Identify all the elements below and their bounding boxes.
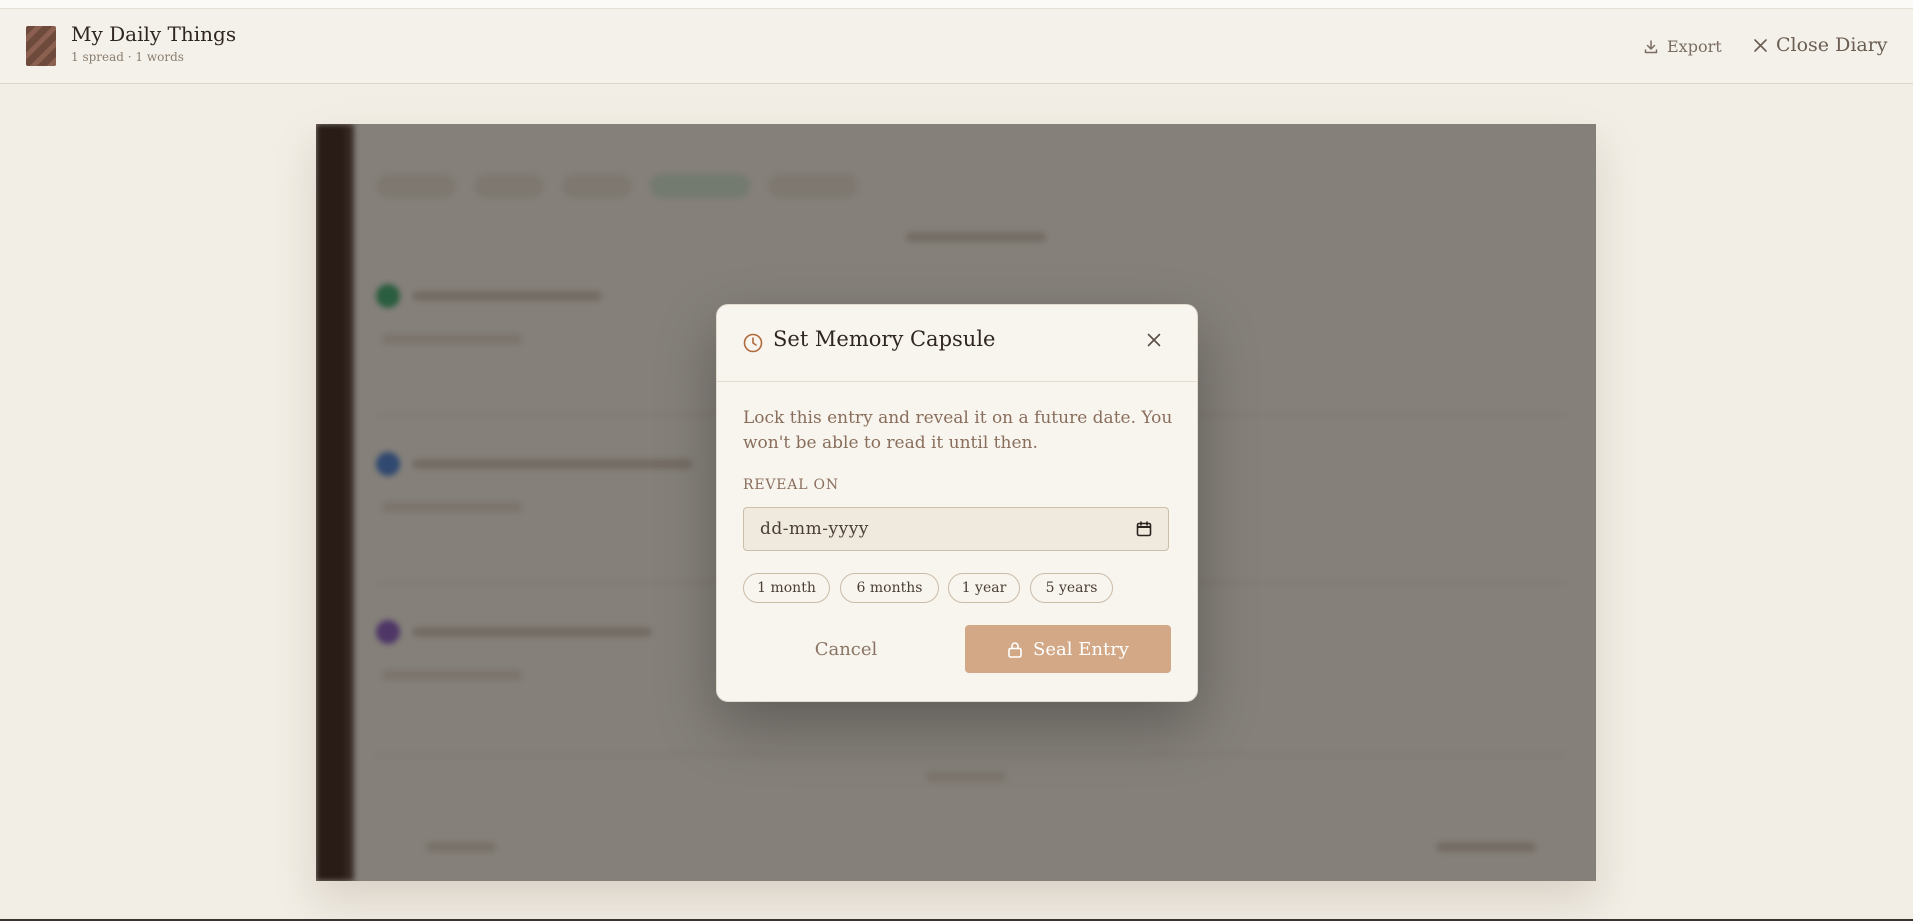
date-placeholder: dd-mm-yyyy <box>760 519 869 539</box>
calendar-icon[interactable] <box>1136 521 1152 537</box>
seal-entry-button[interactable]: Seal Entry <box>965 625 1171 673</box>
dialog-description: Lock this entry and reveal it on a futur… <box>743 408 1173 453</box>
clock-icon <box>743 333 763 353</box>
close-diary-label: Close Diary <box>1776 34 1888 56</box>
close-icon <box>1754 38 1767 52</box>
dialog-title: Set Memory Capsule <box>773 327 996 351</box>
export-button[interactable]: Export <box>1643 37 1722 56</box>
diary-stats: 1 spread · 1 words <box>71 50 184 64</box>
close-diary-button[interactable]: Close Diary <box>1753 34 1888 56</box>
lock-icon <box>1008 641 1022 658</box>
diary-cover-icon <box>26 26 56 66</box>
preset-1-year-button[interactable]: 1 year <box>948 573 1020 603</box>
app-header: My Daily Things 1 spread · 1 words Expor… <box>0 9 1913 84</box>
export-label: Export <box>1667 37 1722 56</box>
download-icon <box>1644 39 1658 53</box>
seal-entry-label: Seal Entry <box>1033 638 1129 660</box>
preset-6-months-button[interactable]: 6 months <box>840 573 939 603</box>
window-top-strip <box>0 0 1913 9</box>
reveal-on-label: REVEAL ON <box>743 477 839 493</box>
reveal-date-input[interactable]: dd-mm-yyyy <box>743 507 1169 551</box>
preset-5-years-button[interactable]: 5 years <box>1030 573 1113 603</box>
preset-1-month-button[interactable]: 1 month <box>743 573 830 603</box>
cancel-button[interactable]: Cancel <box>743 625 949 673</box>
diary-title: My Daily Things <box>71 22 237 46</box>
memory-capsule-dialog: Set Memory Capsule Lock this entry and r… <box>716 304 1198 702</box>
dialog-header: Set Memory Capsule <box>717 305 1197 382</box>
close-icon[interactable] <box>1147 333 1161 347</box>
